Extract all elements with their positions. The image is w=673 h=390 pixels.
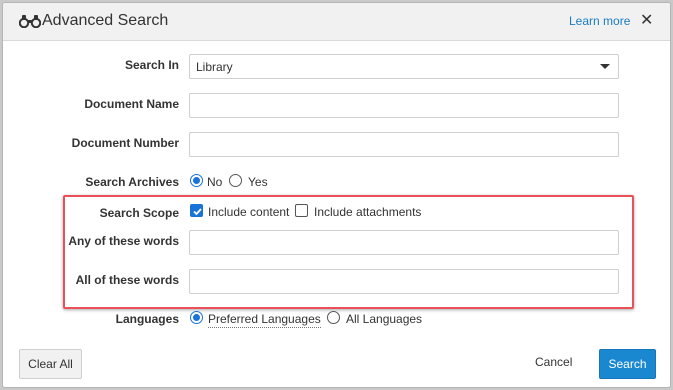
archives-no-radio[interactable] xyxy=(190,174,203,187)
all-words-label: All of these words xyxy=(75,273,179,287)
include-content-label[interactable]: Include content xyxy=(208,205,289,219)
archives-yes-radio[interactable] xyxy=(229,174,242,187)
document-name-label: Document Name xyxy=(84,97,179,111)
include-attachments-label[interactable]: Include attachments xyxy=(314,205,421,219)
any-words-label: Any of these words xyxy=(68,234,179,248)
archives-no-label[interactable]: No xyxy=(207,175,222,189)
cancel-button[interactable]: Cancel xyxy=(535,355,572,369)
binoculars-icon xyxy=(19,15,41,28)
preferred-languages-label[interactable]: Preferred Languages xyxy=(208,312,321,328)
include-content-checkbox[interactable] xyxy=(190,204,203,217)
learn-more-link[interactable]: Learn more xyxy=(569,14,630,28)
languages-label: Languages xyxy=(115,312,179,326)
search-in-select[interactable]: Library xyxy=(189,54,619,79)
close-icon[interactable]: ✕ xyxy=(640,12,653,30)
search-button[interactable]: Search xyxy=(599,349,656,379)
check-icon xyxy=(193,208,202,216)
search-archives-label: Search Archives xyxy=(85,175,179,189)
all-languages-label[interactable]: All Languages xyxy=(346,312,422,326)
preferred-languages-radio[interactable] xyxy=(190,311,203,324)
any-words-input[interactable] xyxy=(189,230,619,255)
search-in-label: Search In xyxy=(124,58,179,72)
all-languages-radio[interactable] xyxy=(327,311,340,324)
include-attachments-checkbox[interactable] xyxy=(295,204,308,217)
chevron-down-icon xyxy=(600,64,610,69)
dialog-title: Advanced Search xyxy=(42,12,169,29)
search-scope-label: Search Scope xyxy=(99,206,179,220)
archives-yes-label[interactable]: Yes xyxy=(248,175,268,189)
document-number-label: Document Number xyxy=(71,136,179,150)
advanced-search-dialog: Advanced Search Learn more ✕ Search In L… xyxy=(2,2,671,388)
search-in-value: Library xyxy=(196,60,233,74)
dialog-header: Advanced Search Learn more ✕ xyxy=(3,3,670,41)
all-words-input[interactable] xyxy=(189,269,619,294)
document-number-input[interactable] xyxy=(189,132,619,157)
clear-all-button[interactable]: Clear All xyxy=(19,349,82,379)
document-name-input[interactable] xyxy=(189,93,619,118)
